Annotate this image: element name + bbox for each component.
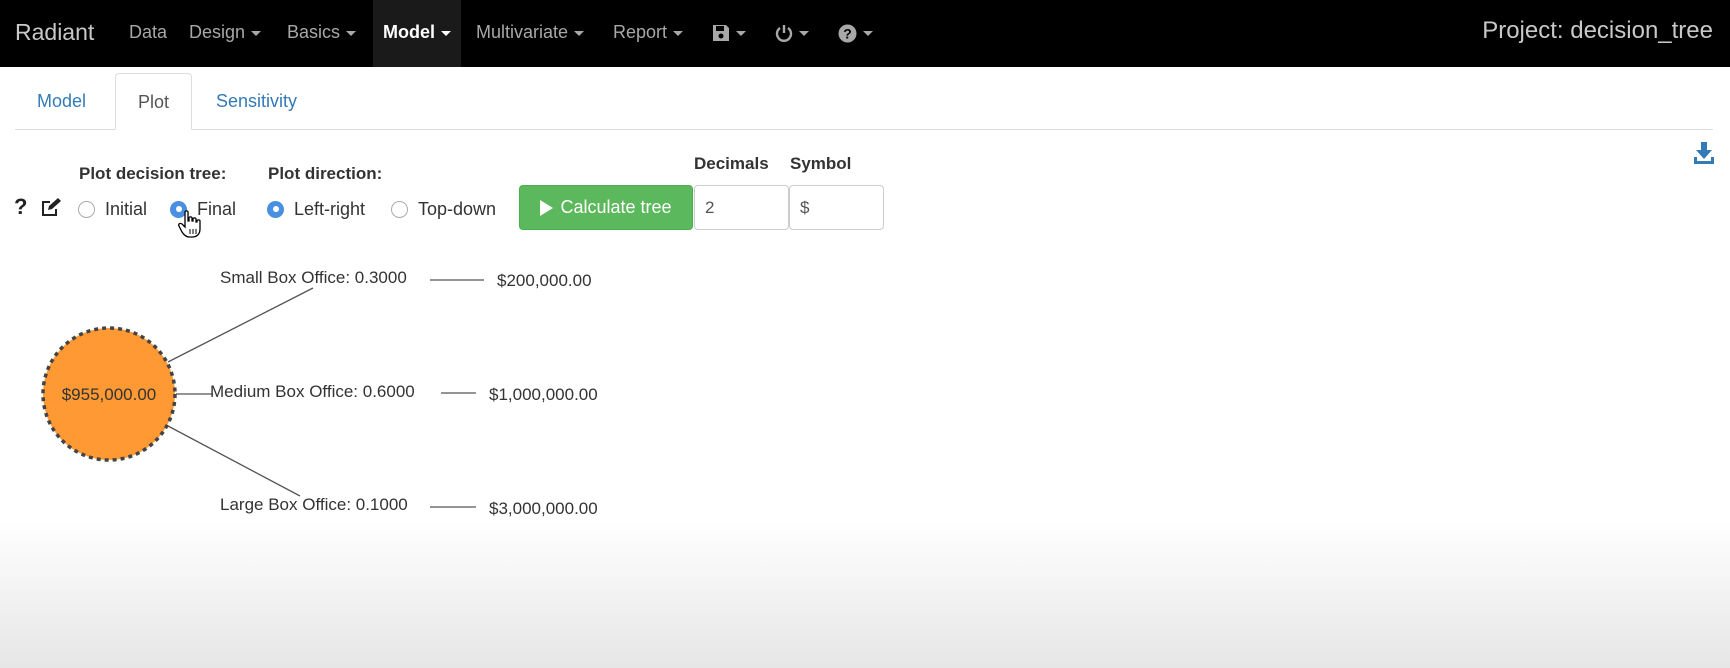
download-icon[interactable] [1693, 140, 1715, 166]
caret-down-icon [251, 30, 262, 36]
tab-model[interactable]: Model [15, 73, 108, 128]
tab-plot[interactable]: Plot [115, 73, 193, 130]
navbar: Radiant Data Design Basics Model Multiva… [0, 0, 1730, 67]
play-icon [540, 199, 554, 216]
project-name: Project: decision_tree [1482, 17, 1713, 44]
hand-cursor-icon [178, 210, 201, 238]
branch-label-small: Small Box Office: 0.3000 [220, 268, 407, 287]
nav-power-menu[interactable] [775, 0, 809, 67]
branch-label-medium: Medium Box Office: 0.6000 [210, 382, 415, 401]
nav-save-menu[interactable] [712, 0, 746, 67]
payoff-medium: $1,000,000.00 [489, 385, 598, 404]
decimals-input[interactable] [694, 185, 789, 230]
save-icon [713, 25, 729, 42]
radio-top-down-circle[interactable] [391, 200, 408, 218]
calculate-tree-button[interactable]: Calculate tree [519, 185, 693, 230]
caret-down-icon [673, 30, 684, 36]
branch-line-large [167, 425, 301, 497]
brand-logo[interactable]: Radiant [15, 19, 94, 46]
radio-top-down-label: Top-down [418, 198, 497, 219]
nav-basics[interactable]: Basics [287, 0, 357, 67]
caret-down-icon [799, 30, 809, 36]
caret-down-icon [346, 30, 357, 36]
nav-design[interactable]: Design [189, 0, 262, 67]
tab-bar: Model Plot Sensitivity [15, 73, 1713, 130]
radio-initial[interactable]: Initial [78, 197, 147, 221]
edit-icon[interactable] [40, 197, 63, 218]
radio-top-down[interactable]: Top-down [391, 197, 496, 221]
caret-down-icon [863, 30, 873, 36]
radio-initial-label: Initial [105, 198, 148, 219]
nav-help-menu[interactable]: ? [838, 0, 873, 67]
tab-sensitivity[interactable]: Sensitivity [194, 73, 319, 128]
plot-tree-label: Plot decision tree: [79, 164, 227, 183]
chance-node-value: $955,000.00 [62, 385, 157, 404]
nav-data[interactable]: Data [129, 0, 167, 67]
branch-label-large: Large Box Office: 0.1000 [220, 495, 408, 514]
caret-down-icon [736, 30, 746, 36]
symbol-input[interactable] [789, 185, 884, 230]
nav-multivariate[interactable]: Multivariate [476, 0, 585, 67]
nav-report[interactable]: Report [613, 0, 684, 67]
decimals-label: Decimals [694, 154, 769, 173]
help-question-icon[interactable]: ? [14, 194, 27, 220]
power-icon [775, 25, 793, 43]
plot-direction-label: Plot direction: [268, 164, 383, 183]
help-icon: ? [838, 24, 857, 43]
radio-left-right[interactable]: Left-right [267, 197, 365, 221]
nav-model[interactable]: Model [373, 0, 461, 67]
symbol-label: Symbol [790, 154, 852, 173]
svg-text:?: ? [843, 25, 852, 41]
radio-final-label: Final [197, 198, 237, 219]
decision-tree-plot: $955,000.00 Small Box Office: 0.3000 Med… [41, 268, 598, 518]
caret-down-icon [441, 30, 451, 36]
radio-initial-circle[interactable] [78, 200, 95, 218]
payoff-small: $200,000.00 [497, 271, 592, 290]
radio-left-right-circle[interactable] [267, 200, 284, 218]
caret-down-icon [574, 30, 585, 36]
radio-left-right-label: Left-right [294, 198, 366, 219]
branch-line-small [167, 287, 314, 363]
payoff-large: $3,000,000.00 [489, 499, 598, 518]
